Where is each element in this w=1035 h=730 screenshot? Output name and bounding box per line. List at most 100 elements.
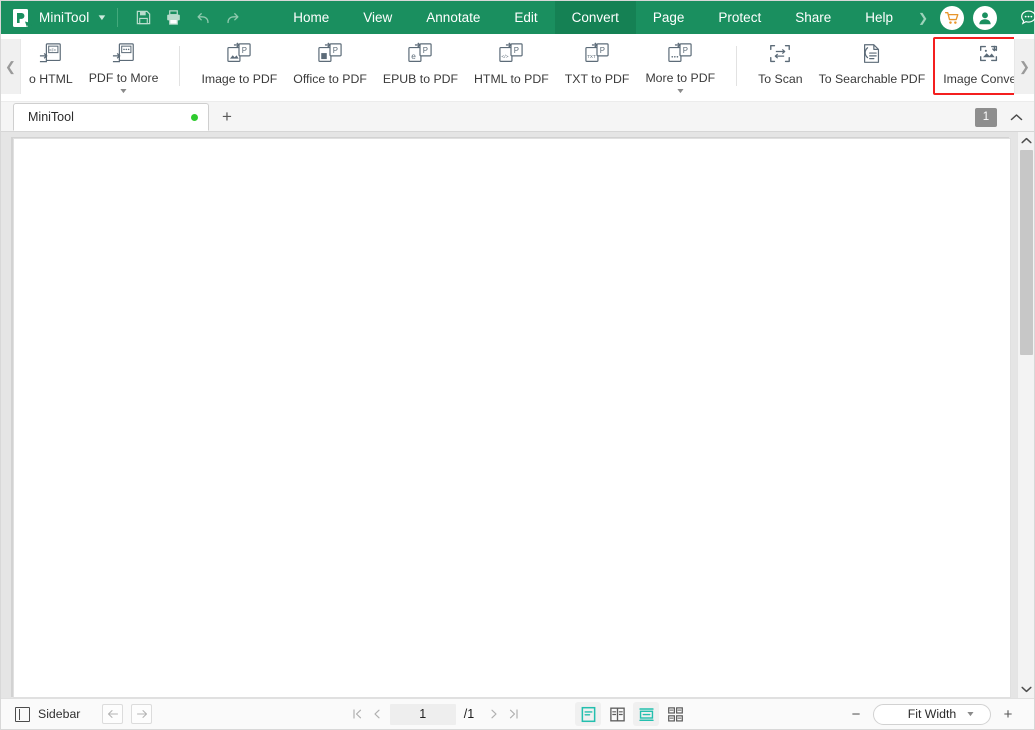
thumbnail-grid-view-icon xyxy=(667,706,683,722)
document-tab-strip: MiniTool + 1 xyxy=(1,102,1034,132)
scrollbar-track[interactable] xyxy=(1017,150,1034,680)
ribbon-item-label: TXT to PDF xyxy=(564,72,630,86)
print-icon xyxy=(166,10,180,25)
unsaved-changes-dot-icon xyxy=(191,113,198,121)
ribbon-item-epub-to-pdf[interactable]: e P EPUB to PDF xyxy=(375,37,466,95)
document-scroll-pane[interactable] xyxy=(1,132,1017,698)
titlebar-divider xyxy=(117,8,119,27)
main-menu-bar: Home View Annotate Edit Convert Page Pro… xyxy=(276,1,931,34)
feedback-button[interactable] xyxy=(1011,1,1035,34)
ribbon-item-label: PDF to More xyxy=(88,71,159,85)
ribbon-scroll-left-button[interactable]: ❮ xyxy=(1,39,21,94)
menu-item-protect[interactable]: Protect xyxy=(701,1,778,34)
save-button[interactable] xyxy=(128,4,158,31)
menu-item-page[interactable]: Page xyxy=(636,1,702,34)
ribbon-item-html-to-pdf[interactable]: </> P HTML to PDF xyxy=(466,37,557,95)
navigate-forward-button[interactable] xyxy=(131,704,153,724)
office-to-pdf-icon: P xyxy=(317,41,343,67)
ribbon-item-more-to-pdf[interactable]: P More to PDF ▼ xyxy=(637,37,723,95)
chevron-right-icon[interactable]: ❯ xyxy=(910,1,931,34)
arrow-left-icon xyxy=(107,710,118,718)
pdf-to-html-icon: </> xyxy=(38,41,64,67)
chevron-down-icon[interactable]: ▼ xyxy=(118,88,128,95)
sidebar-toggle-label[interactable]: Sidebar xyxy=(38,707,80,721)
collapse-ribbon-button[interactable] xyxy=(1004,106,1028,128)
user-account-icon xyxy=(979,11,991,24)
txt-to-pdf-icon: TXT P xyxy=(584,41,610,67)
chevron-down-icon[interactable]: ▼ xyxy=(675,88,685,95)
menu-item-convert[interactable]: Convert xyxy=(554,1,636,34)
ribbon-item-label: To Scan xyxy=(758,72,803,86)
ribbon-item-pdf-to-html[interactable]: </> o HTML xyxy=(21,37,81,95)
chevron-up-icon xyxy=(1020,137,1032,144)
chevron-up-icon xyxy=(1010,113,1022,120)
print-button[interactable] xyxy=(158,4,188,31)
ribbon-item-to-scan[interactable]: To Scan xyxy=(750,37,810,95)
ribbon-item-image-to-pdf[interactable]: P Image to PDF xyxy=(193,37,285,95)
page-count-badge: 1 xyxy=(975,107,997,127)
ribbon-item-pdf-to-more[interactable]: PDF to More ▼ xyxy=(81,37,167,95)
last-page-button[interactable] xyxy=(504,703,524,725)
menu-item-edit[interactable]: Edit xyxy=(497,1,554,34)
scroll-down-button[interactable] xyxy=(1018,680,1035,698)
shopping-cart-button[interactable] xyxy=(940,5,965,30)
pdf-page-canvas[interactable] xyxy=(13,138,1011,698)
document-tab-minitool[interactable]: MiniTool xyxy=(13,103,209,131)
scrollbar-thumb[interactable] xyxy=(1019,150,1033,355)
svg-text:P: P xyxy=(333,46,338,55)
user-account-button[interactable] xyxy=(973,5,998,30)
continuous-scroll-view-button[interactable] xyxy=(633,702,660,726)
zoom-level-label: Fit Width xyxy=(907,707,957,721)
ribbon-item-label: To Searchable PDF xyxy=(818,72,926,86)
navigate-back-button[interactable] xyxy=(102,704,124,724)
status-bar-right: − Fit Width ▼ + xyxy=(844,702,1034,726)
ribbon-item-image-converter[interactable]: Image Converter xyxy=(933,37,1014,95)
vertical-scrollbar[interactable] xyxy=(1017,132,1034,698)
pdf-to-more-icon xyxy=(111,41,137,66)
single-page-view-button[interactable] xyxy=(575,702,602,726)
save-icon xyxy=(136,10,151,25)
prev-page-button[interactable] xyxy=(367,703,387,725)
undo-button[interactable] xyxy=(188,4,218,31)
undo-icon xyxy=(197,12,209,23)
image-converter-icon xyxy=(976,41,1002,67)
image-to-pdf-icon: P xyxy=(226,41,252,67)
ribbon-item-txt-to-pdf[interactable]: TXT P TXT to PDF xyxy=(557,37,638,95)
page-number-input[interactable]: 1 xyxy=(389,703,456,725)
redo-icon xyxy=(227,12,239,23)
new-tab-button[interactable]: + xyxy=(213,103,241,131)
two-page-view-icon xyxy=(609,707,625,721)
document-view-area xyxy=(1,132,1034,698)
thumbnail-grid-view-button[interactable] xyxy=(662,702,688,726)
zoom-level-select[interactable]: Fit Width ▼ xyxy=(873,703,991,725)
menu-item-share[interactable]: Share xyxy=(778,1,848,34)
menu-item-help[interactable]: Help xyxy=(848,1,910,34)
page-total-label: /1 xyxy=(463,707,475,721)
menu-item-home[interactable]: Home xyxy=(276,1,346,34)
menu-item-annotate[interactable]: Annotate xyxy=(409,1,497,34)
redo-button[interactable] xyxy=(218,4,248,31)
chevron-down-icon xyxy=(1020,686,1032,693)
prev-page-icon xyxy=(374,709,380,719)
epub-to-pdf-icon: e P xyxy=(407,41,433,67)
svg-text:P: P xyxy=(683,45,688,54)
first-page-button[interactable] xyxy=(347,703,367,725)
chevron-down-icon: ▼ xyxy=(965,710,976,718)
ribbon-item-label: More to PDF xyxy=(645,71,716,85)
minitool-pdf-window: PDF MiniTool ▼ xyxy=(0,0,1035,730)
two-page-view-button[interactable] xyxy=(604,702,630,726)
ribbon-item-label: Office to PDF xyxy=(293,72,367,86)
zoom-out-button[interactable]: − xyxy=(844,702,868,726)
chevron-down-icon[interactable]: ▼ xyxy=(97,13,108,22)
scroll-up-button[interactable] xyxy=(1018,132,1035,150)
ribbon-scroll-right-button[interactable]: ❯ xyxy=(1014,39,1034,94)
minitool-pdf-logo-icon: PDF xyxy=(12,8,32,28)
zoom-in-button[interactable]: + xyxy=(996,702,1020,726)
first-page-icon xyxy=(353,709,361,719)
menu-item-view[interactable]: View xyxy=(346,1,409,34)
ribbon-item-office-to-pdf[interactable]: P Office to PDF xyxy=(285,37,375,95)
convert-ribbon-toolbar: ❮ </> o HTML PDF to More ▼ P Image to PD… xyxy=(1,34,1034,102)
next-page-button[interactable] xyxy=(484,703,504,725)
to-scan-icon xyxy=(767,41,793,67)
ribbon-item-to-searchable-pdf[interactable]: To Searchable PDF xyxy=(811,37,934,95)
